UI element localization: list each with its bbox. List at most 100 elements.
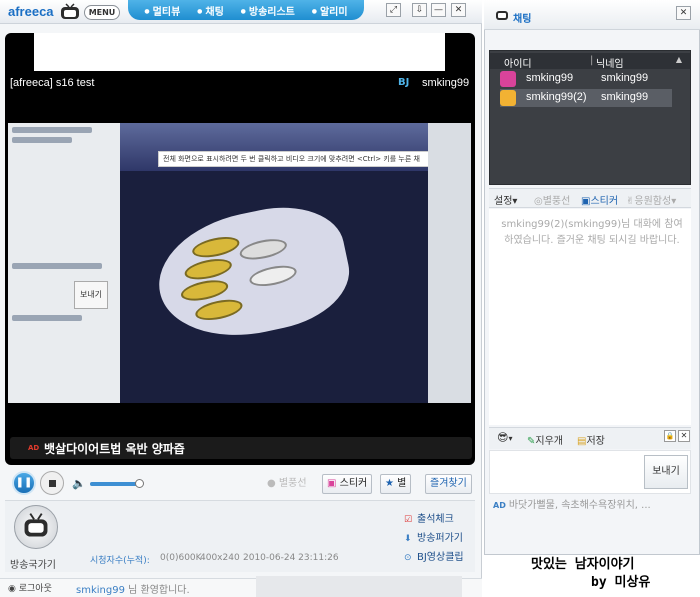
- chat-system-message: smking99(2)(smking99)님 대화에 참여하였습니다. 즐거운 …: [501, 219, 683, 246]
- bj-clip-link[interactable]: ⊙ BJ영상클립: [404, 548, 464, 563]
- minimize-button[interactable]: —: [431, 3, 446, 17]
- top-tab-bar: 멀티뷰 채팅 방송리스트 알리미: [128, 0, 364, 20]
- user-id: smking99(2): [526, 91, 587, 103]
- video-inner-send-button: 보내기: [74, 281, 108, 309]
- clear-label: 지우개: [535, 436, 563, 447]
- clear-button[interactable]: ✎지우개: [527, 432, 563, 447]
- star-label: 별: [397, 478, 407, 489]
- banner-area: [34, 33, 445, 71]
- lock-icon: 🔒: [665, 432, 675, 440]
- save-button[interactable]: ▤저장: [577, 432, 605, 447]
- user-avatar-icon: [500, 71, 516, 87]
- afreeca-logo: afreeca: [8, 4, 54, 19]
- chat-sticker-label: 스티커: [590, 196, 619, 207]
- balloon-label: 별풍선: [278, 478, 307, 489]
- share-broadcast-label: 방송퍼가기: [417, 533, 463, 544]
- broadcast-station-icon[interactable]: [14, 505, 58, 549]
- broadcast-datetime: 2010-06-24 23:11:26: [243, 553, 339, 563]
- chat-cheer-label: 응원함성▾: [634, 196, 677, 207]
- user-nick: smking99: [601, 91, 649, 103]
- column-id[interactable]: 아이디: [504, 55, 532, 70]
- attendance-check-link[interactable]: ☑ 출석체크: [404, 510, 454, 525]
- stop-button[interactable]: [40, 471, 64, 495]
- star-icon: ★: [385, 478, 394, 489]
- user-row[interactable]: smking99 smking99: [500, 70, 672, 88]
- overlay-caption-line1: 맛있는 남자이야기: [531, 557, 635, 572]
- logout-link[interactable]: ◉ 로그아웃: [8, 581, 52, 594]
- chat-balloon-label: 별풍선: [542, 196, 571, 207]
- close-icon: ✕: [680, 431, 688, 440]
- attendance-check-label: 출석체크: [417, 514, 454, 525]
- pause-button[interactable]: ❚❚: [12, 471, 36, 495]
- sticker-button[interactable]: ▣ 스티커: [322, 474, 373, 494]
- chat-cheer-button[interactable]: ✌응원함성▾: [626, 192, 676, 207]
- video-screen[interactable]: 보내기 전체 화면으로 표시하려면 두 번 클릭하고 비디오 크기에 맞추려면 …: [8, 123, 471, 403]
- fullscreen-button[interactable]: ⤢: [386, 3, 401, 17]
- viewer-count-value: 0(0)600K: [160, 553, 202, 563]
- emoticon-button[interactable]: 😎▾: [497, 431, 512, 444]
- caption-ad-badge: AD: [28, 444, 40, 452]
- caption-text[interactable]: 뱃살다이어트법 옥반 양파즙: [44, 440, 185, 457]
- chevron-down-icon: ▾: [508, 434, 513, 443]
- chat-clear-x-button[interactable]: ✕: [678, 430, 690, 442]
- welcome-message: smking99 님 환영합니다.: [76, 581, 190, 596]
- chat-ad-text: 바닷가뻘물, 속초해수욕장위치, ...: [508, 500, 651, 511]
- sticker-label: 스티커: [339, 478, 368, 489]
- viewer-count-label: 시청자수(누적):: [90, 556, 150, 566]
- column-nick[interactable]: 닉네임: [596, 55, 624, 70]
- resolution: 400x240: [200, 553, 240, 563]
- chat-ad-badge: AD: [493, 501, 506, 510]
- checkbox-icon: ☑: [404, 515, 413, 525]
- chat-title: 채팅: [513, 14, 532, 25]
- balloon-button[interactable]: ● 별풍선: [262, 474, 312, 494]
- tab-multiview[interactable]: 멀티뷰: [144, 3, 181, 18]
- pause-icon: ❚❚: [15, 477, 33, 488]
- power-icon: ◉: [8, 584, 16, 594]
- volume-knob[interactable]: [135, 479, 144, 488]
- save-label: 저장: [586, 436, 605, 447]
- download-button[interactable]: ⇩: [412, 3, 427, 17]
- bj-clip-label: BJ영상클립: [417, 552, 464, 563]
- sticker-icon: ▣: [327, 478, 337, 489]
- menu-button[interactable]: MENU: [84, 5, 120, 20]
- favorite-button[interactable]: 즐겨찾기: [425, 474, 472, 494]
- share-broadcast-link[interactable]: ⬇ 방송퍼가기: [404, 529, 463, 544]
- balloon-icon: ◎: [534, 196, 543, 207]
- send-button[interactable]: 보내기: [644, 455, 688, 489]
- tab-chat[interactable]: 채팅: [197, 3, 223, 18]
- lock-button[interactable]: 🔒: [664, 430, 676, 442]
- overlay-caption-line2: by 미상유: [591, 575, 651, 590]
- volume-icon[interactable]: 🔈: [72, 477, 86, 490]
- bj-badge: BJ: [398, 77, 410, 88]
- tab-broadcast-list[interactable]: 방송리스트: [241, 3, 295, 18]
- user-nick: smking99: [601, 72, 649, 84]
- user-row[interactable]: smking99(2) smking99: [500, 89, 672, 107]
- chat-sticker-button[interactable]: ▣스티커: [581, 192, 618, 207]
- bj-name: smking99: [422, 77, 470, 89]
- play-circle-icon: ⊙: [404, 553, 412, 563]
- video-dish-shape: [147, 194, 359, 352]
- video-inner-notice: 전체 화면으로 표시하려면 두 번 클릭하고 비디오 크기에 맞추려면 <Ctr…: [158, 151, 468, 167]
- logout-label: 로그아웃: [18, 584, 52, 594]
- video-inner-left-panel: [8, 123, 120, 403]
- user-avatar-icon: [500, 90, 516, 106]
- welcome-user: smking99: [76, 585, 125, 596]
- scroll-up-icon[interactable]: ▲: [670, 55, 688, 65]
- download-arrow-icon: ⬇: [404, 534, 412, 544]
- volume-fill: [90, 482, 139, 486]
- status-box: [256, 576, 462, 597]
- close-button[interactable]: ✕: [451, 3, 466, 17]
- chat-tv-icon: [496, 11, 508, 20]
- chat-ad-line[interactable]: AD 바닷가뻘물, 속초해수욕장위치, ...: [493, 496, 689, 511]
- sunglasses-emoji-icon: 😎: [497, 431, 509, 444]
- chat-settings-button[interactable]: 설정▾: [494, 192, 517, 207]
- tv-logo-icon: [61, 3, 79, 19]
- chat-balloon-button[interactable]: ◎별풍선: [534, 192, 570, 207]
- broadcast-station-label[interactable]: 방송국가기: [10, 556, 56, 571]
- tab-notifier[interactable]: 알리미: [312, 3, 348, 18]
- broadcast-title: [afreeca] s16 test: [10, 77, 95, 89]
- column-separator: |: [590, 55, 594, 66]
- user-id: smking99: [526, 72, 574, 84]
- chat-close-button[interactable]: ✕: [676, 6, 691, 20]
- star-button[interactable]: ★ 별: [380, 474, 412, 494]
